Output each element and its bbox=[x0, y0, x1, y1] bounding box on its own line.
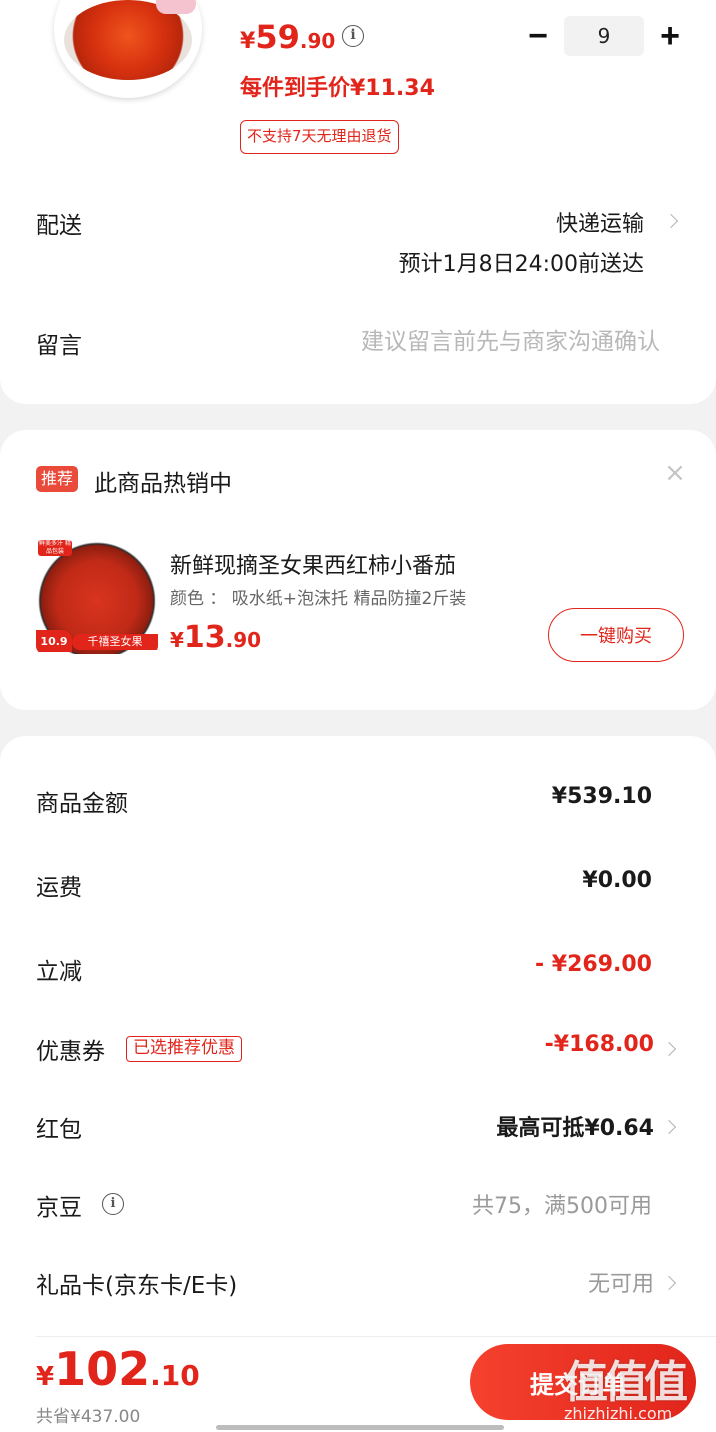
message-input[interactable] bbox=[280, 322, 660, 362]
recommend-card: 推荐 此商品热销中 × 鲜美多汁 精品包装 10.9 千禧圣女果 新鲜现摘圣女果… bbox=[0, 430, 716, 710]
gift-card-row[interactable]: 礼品卡(京东卡/E卡) 无可用 bbox=[0, 1252, 716, 1312]
recommend-product-image[interactable]: 鲜美多汁 精品包装 10.9 千禧圣女果 bbox=[36, 536, 158, 654]
chevron-right-icon bbox=[663, 213, 679, 229]
total-decimal: .10 bbox=[150, 1359, 200, 1392]
red-packet-value: 最高可抵¥0.64 bbox=[496, 1116, 654, 1141]
close-icon[interactable]: × bbox=[660, 458, 690, 488]
currency-symbol: ¥ bbox=[240, 29, 256, 54]
coupon-value: -¥168.00 bbox=[544, 1032, 654, 1057]
image-label-price: 10.9 bbox=[36, 630, 72, 652]
jingdou-value: 共75，满500可用 bbox=[472, 1194, 652, 1219]
message-label: 留言 bbox=[36, 333, 82, 359]
recommend-product-name[interactable]: 新鲜现摘圣女果西红柿小番茄 bbox=[170, 548, 456, 580]
instant-discount-label: 立减 bbox=[36, 959, 82, 985]
home-indicator[interactable] bbox=[216, 1425, 504, 1430]
divider bbox=[36, 1336, 716, 1337]
shipping-fee-label: 运费 bbox=[36, 875, 82, 901]
watermark: 值值值 zhizhizhi.com bbox=[564, 1346, 688, 1423]
shipping-fee-row: 运费 ¥0.00 bbox=[0, 854, 716, 914]
total-integer: 102 bbox=[54, 1342, 151, 1396]
total-saved: 共省¥437.00 bbox=[36, 1407, 141, 1427]
coupon-selected-badge: 已选推荐优惠 bbox=[126, 1036, 242, 1062]
product-image[interactable] bbox=[54, 0, 202, 98]
goods-amount-label: 商品金额 bbox=[36, 791, 128, 817]
coupon-label: 优惠券 bbox=[36, 1039, 105, 1065]
goods-amount-row: 商品金额 ¥539.10 bbox=[0, 770, 716, 830]
price-integer: 59 bbox=[255, 18, 300, 56]
recommend-badge: 推荐 bbox=[36, 466, 79, 492]
quantity-input[interactable] bbox=[564, 16, 644, 56]
info-icon[interactable]: i bbox=[102, 1193, 124, 1215]
chevron-right-icon bbox=[661, 1041, 677, 1057]
price-decimal: .90 bbox=[225, 628, 262, 652]
red-packet-label: 红包 bbox=[36, 1117, 82, 1143]
product-package-graphic bbox=[156, 0, 196, 14]
image-label-bottom: 千禧圣女果 bbox=[72, 634, 158, 650]
order-summary-card: 商品金额 ¥539.10 运费 ¥0.00 立减 - ¥269.00 优惠券 已… bbox=[0, 736, 716, 1336]
shipping-fee-value: ¥0.00 bbox=[582, 868, 652, 893]
currency-symbol: ¥ bbox=[170, 628, 184, 652]
recommend-title: 此商品热销中 bbox=[94, 471, 232, 497]
total-price: ¥102.10 bbox=[36, 1342, 200, 1396]
quantity-increase-button[interactable]: + bbox=[650, 16, 690, 56]
quantity-decrease-button[interactable]: − bbox=[518, 16, 558, 56]
image-label-top: 鲜美多汁 精品包装 bbox=[38, 540, 72, 556]
red-packet-row[interactable]: 红包 最高可抵¥0.64 bbox=[0, 1096, 716, 1156]
recommend-product-spec: 颜色 ： 吸水纸+泡沫托 精品防撞2斤装 bbox=[170, 589, 467, 609]
price-decimal: .90 bbox=[299, 29, 336, 53]
instant-discount-value: - ¥269.00 bbox=[535, 952, 652, 977]
product-price: ¥59.90 bbox=[240, 18, 335, 56]
chevron-right-icon bbox=[661, 1275, 677, 1291]
product-card: ¥59.90 i − + 每件到手价¥11.34 不支持7天无理由退货 配送 快… bbox=[0, 0, 716, 404]
recommend-product-price: ¥13.90 bbox=[170, 620, 261, 655]
watermark-url: zhizhizhi.com bbox=[564, 1404, 673, 1423]
unit-price-text: 每件到手价¥11.34 bbox=[240, 76, 435, 101]
jingdou-label: 京豆 bbox=[36, 1195, 82, 1221]
delivery-label: 配送 bbox=[36, 213, 82, 239]
currency-symbol: ¥ bbox=[36, 1362, 55, 1392]
price-integer: 13 bbox=[183, 620, 226, 655]
one-click-buy-button[interactable]: 一键购买 bbox=[548, 608, 684, 662]
gift-card-label: 礼品卡(京东卡/E卡) bbox=[36, 1273, 238, 1299]
gift-card-value: 无可用 bbox=[587, 1272, 654, 1297]
watermark-logo: 值值值 bbox=[564, 1357, 688, 1408]
chevron-right-icon bbox=[661, 1119, 677, 1135]
goods-amount-value: ¥539.10 bbox=[551, 784, 652, 809]
instant-discount-row: 立减 - ¥269.00 bbox=[0, 938, 716, 998]
coupon-row[interactable]: 优惠券 已选推荐优惠 -¥168.00 bbox=[0, 1018, 716, 1078]
jingdou-row: 京豆 i 共75，满500可用 bbox=[0, 1174, 716, 1234]
price-info-icon[interactable]: i bbox=[342, 25, 364, 47]
return-policy-badge: 不支持7天无理由退货 bbox=[240, 120, 399, 154]
delivery-method: 快递运输 bbox=[555, 212, 644, 237]
delivery-eta: 预计1月8日24:00前送达 bbox=[398, 252, 644, 277]
